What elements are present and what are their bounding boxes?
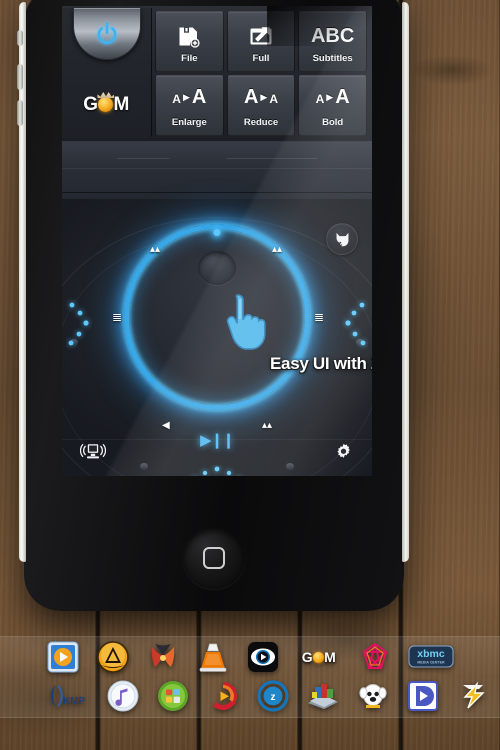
- button-label: Enlarge: [171, 117, 207, 128]
- volume-up-button[interactable]: [17, 64, 23, 90]
- gom-logo: GM: [83, 94, 130, 115]
- phone-device: GM File Full ABC Subtitles A ▶ A Enlarge…: [17, 0, 409, 611]
- cat-head-icon: [336, 232, 348, 246]
- reduce-button[interactable]: A ▶ A Reduce: [226, 75, 296, 136]
- small-a: A: [269, 92, 279, 106]
- kmp-label: KMP: [63, 696, 86, 707]
- screw: [286, 463, 294, 469]
- dock-icon-nero[interactable]: [306, 679, 340, 713]
- fullscreen-button[interactable]: Full: [226, 11, 296, 72]
- dock-icon-daum[interactable]: [406, 679, 440, 713]
- big-a: A: [335, 86, 350, 108]
- tagline-text: Easy UI with Zog Dial.: [270, 354, 372, 373]
- silent-switch[interactable]: [17, 30, 23, 46]
- play-pause-button[interactable]: ▶❙❙: [200, 431, 235, 449]
- tick-skip-back-tl[interactable]: ▴▴: [150, 245, 160, 255]
- big-a: A: [191, 86, 207, 108]
- decorative-strip: [62, 141, 372, 199]
- font-enlarge-icon: A ▶ A: [172, 83, 206, 113]
- bold-button[interactable]: A ▶ A Bold: [298, 75, 367, 136]
- dial-position-indicator: [213, 229, 221, 236]
- zog-dial-panel[interactable]: ▴▴ ▴▴ ≣ ≣ ◀ ▴▴ ▶❙❙ Easy UI with: [62, 199, 372, 476]
- button-label: Subtitles: [312, 53, 353, 64]
- tick-aspect-br[interactable]: ▴▴: [262, 421, 272, 431]
- dock-icon-vlc[interactable]: [196, 640, 230, 674]
- subtitles-button[interactable]: ABC Subtitles: [298, 11, 367, 72]
- strip-line: [62, 192, 372, 193]
- zoom-label: z: [271, 692, 276, 703]
- floppy-disk-plus-icon: [177, 19, 201, 49]
- gom-dock-crown-o: [313, 652, 325, 663]
- tick-speed-up-right[interactable]: ≣: [314, 311, 324, 323]
- dock-icon-zoomplayer[interactable]: z: [256, 679, 290, 713]
- tick-speed-down-left[interactable]: ≣: [112, 311, 122, 323]
- brand-column: GM: [62, 8, 152, 138]
- dock-icon-xbmc[interactable]: xbmc MEDIA CENTER: [408, 640, 454, 674]
- small-a: A: [315, 92, 325, 106]
- dock-row-1: GM xbmc MEDIA CENTER: [46, 640, 454, 674]
- gom-dock-text: G: [301, 649, 314, 665]
- svg-text:MEDIA CENTER: MEDIA CENTER: [417, 661, 445, 665]
- pet-button[interactable]: [326, 223, 358, 255]
- dock-icon-potplayer[interactable]: [96, 640, 130, 674]
- button-label: File: [181, 53, 198, 64]
- dock-icon-bsplayer[interactable]: [146, 640, 180, 674]
- dock-icon-wmp[interactable]: [156, 679, 190, 713]
- file-button[interactable]: File: [155, 11, 224, 72]
- screw: [140, 463, 148, 469]
- abc-text-icon: ABC: [311, 19, 354, 49]
- left-dot-chevron: [68, 302, 89, 346]
- strip-notch: [117, 158, 317, 174]
- arrow-glyph: ▶: [326, 92, 334, 102]
- power-icon: [97, 22, 117, 44]
- app-dock: GM xbmc MEDIA CENTER KMP z: [0, 636, 500, 718]
- monitor-cast-icon: [79, 444, 107, 459]
- dock-icon-realplayer[interactable]: [206, 679, 240, 713]
- tick-skip-forward-tr[interactable]: ▴▴: [272, 245, 282, 255]
- dock-icon-mxplayer[interactable]: [46, 640, 80, 674]
- dock-icon-kmp[interactable]: KMP: [46, 679, 90, 713]
- arrow-glyph: ▶: [260, 92, 268, 102]
- power-button[interactable]: [73, 8, 141, 60]
- dock-icon-itunes[interactable]: [106, 679, 140, 713]
- dock-icon-winamp[interactable]: [456, 679, 490, 713]
- home-square-icon: [203, 547, 225, 569]
- dial-center-knob[interactable]: [198, 251, 236, 285]
- gom-dock-text2: M: [324, 649, 337, 665]
- right-dot-chevron: [345, 302, 366, 346]
- settings-button[interactable]: [335, 443, 352, 465]
- gear-icon: [337, 443, 350, 458]
- big-a: A: [243, 86, 259, 108]
- button-label: Bold: [322, 117, 344, 128]
- dock-icon-kmplayer[interactable]: [246, 640, 280, 674]
- hand-pointer-cursor: [226, 294, 266, 350]
- abc-glyph: ABC: [310, 25, 355, 47]
- tick-volume-bl[interactable]: ◀: [162, 421, 170, 431]
- xbmc-label: xbmc: [417, 648, 445, 660]
- button-label: Reduce: [243, 117, 279, 128]
- toolbar-button-grid: File Full ABC Subtitles A ▶ A Enlarge A …: [155, 11, 367, 136]
- dock-icon-divx[interactable]: [358, 640, 392, 674]
- home-button[interactable]: [183, 527, 245, 589]
- top-toolbar: GM File Full ABC Subtitles A ▶ A Enlarge…: [62, 6, 372, 141]
- bottom-dot-chevron: [202, 466, 232, 476]
- volume-down-button[interactable]: [17, 100, 23, 126]
- dock-icon-gom[interactable]: GM: [296, 640, 342, 674]
- enlarge-button[interactable]: A ▶ A Enlarge: [155, 75, 224, 136]
- dock-icon-powerdvd[interactable]: [356, 679, 390, 713]
- fullscreen-expand-icon: [249, 19, 273, 49]
- cast-button[interactable]: [79, 442, 107, 467]
- dock-row-2: KMP z: [46, 679, 490, 713]
- phone-screen: GM File Full ABC Subtitles A ▶ A Enlarge…: [62, 6, 372, 476]
- small-a: A: [172, 92, 181, 106]
- font-bold-icon: A ▶ A: [316, 83, 350, 113]
- arrow-glyph: ▶: [182, 92, 190, 102]
- font-reduce-icon: A ▶ A: [244, 83, 278, 113]
- gom-logo-crown-o: [98, 97, 114, 112]
- button-label: Full: [252, 53, 270, 64]
